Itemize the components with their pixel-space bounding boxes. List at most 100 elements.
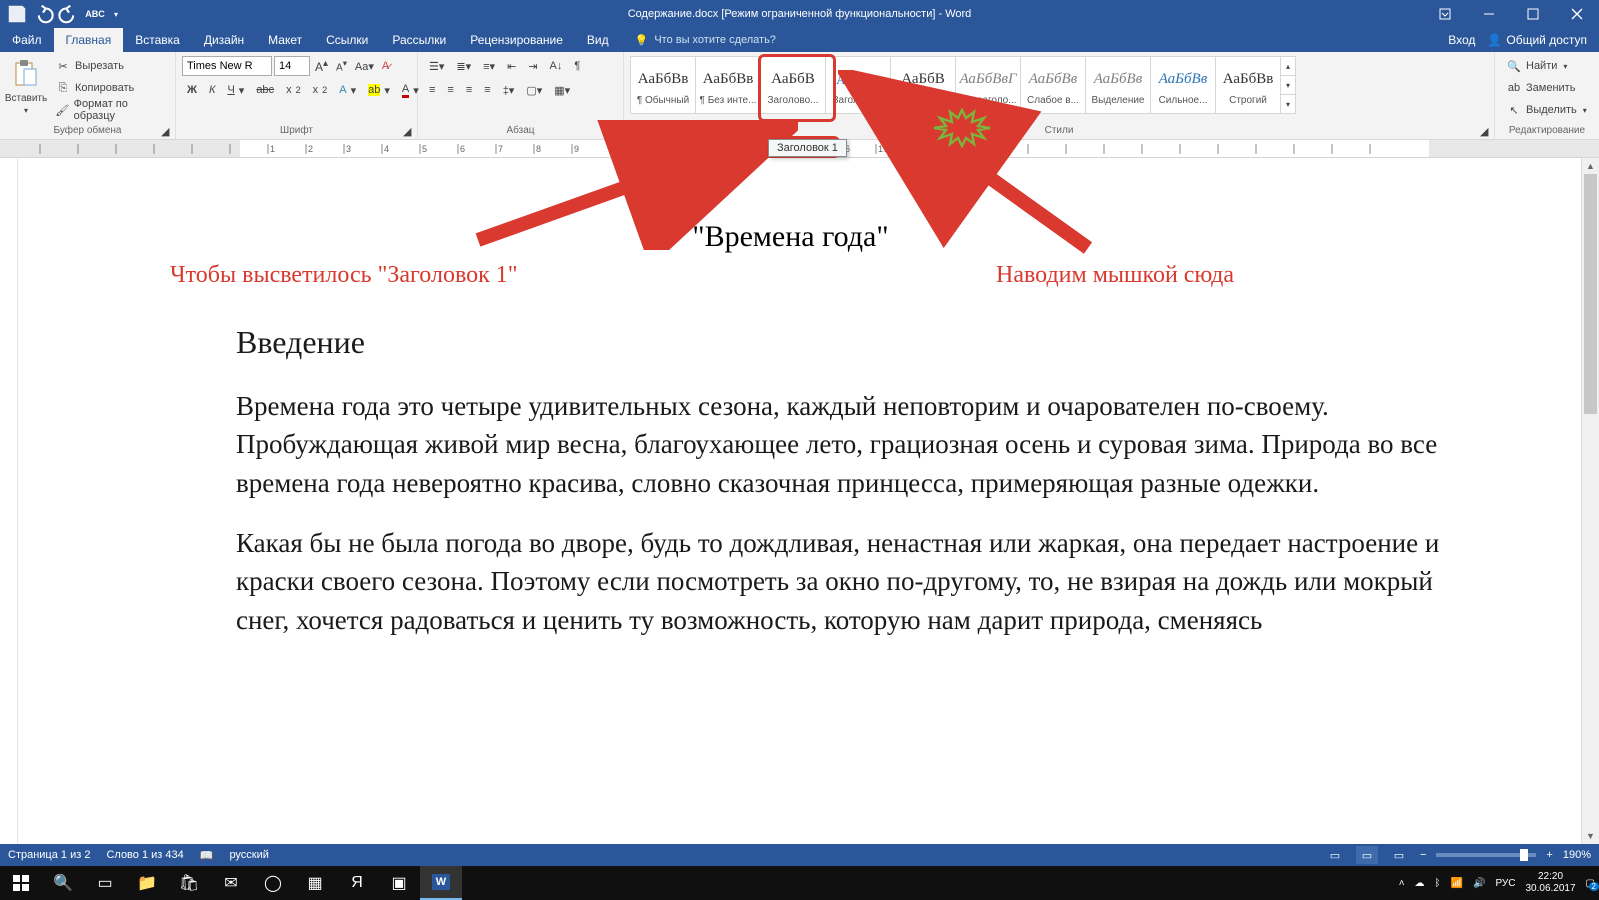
tray-volume-icon[interactable]: 🔊 <box>1473 878 1485 889</box>
close-icon[interactable] <box>1555 0 1599 28</box>
spellcheck-icon[interactable]: ABC <box>84 3 106 25</box>
tray-network-icon[interactable]: 📶 <box>1451 878 1463 889</box>
style-item-6[interactable]: АаБбВвСлабое в... <box>1020 56 1086 114</box>
align-left-button[interactable]: ≡ <box>424 80 440 100</box>
font-name-select[interactable] <box>182 56 272 76</box>
redo-icon[interactable] <box>58 3 80 25</box>
grow-font-button[interactable]: A▴ <box>312 56 331 76</box>
status-page[interactable]: Страница 1 из 2 <box>8 849 90 861</box>
bold-button[interactable]: Ж <box>182 80 202 100</box>
store-icon[interactable]: 🛍 <box>168 866 210 900</box>
numbering-button[interactable]: ≣▾ <box>451 56 476 76</box>
multilevel-button[interactable]: ≡▾ <box>478 56 500 76</box>
read-mode-icon[interactable]: ▭ <box>1324 846 1346 864</box>
align-center-button[interactable]: ≡ <box>442 80 458 100</box>
status-words[interactable]: Слово 1 из 434 <box>106 849 183 861</box>
tray-onedrive-icon[interactable]: ☁ <box>1415 878 1425 889</box>
style-item-0[interactable]: АаБбВв¶ Обычный <box>630 56 696 114</box>
shrink-font-button[interactable]: A▾ <box>333 56 350 76</box>
justify-button[interactable]: ≡ <box>479 80 495 100</box>
web-layout-icon[interactable]: ▭ <box>1388 846 1410 864</box>
outdent-button[interactable]: ⇤ <box>502 56 521 76</box>
vertical-scrollbar[interactable]: ▲ ▼ <box>1581 158 1599 844</box>
vertical-ruler[interactable] <box>0 158 18 878</box>
ribbon-options-icon[interactable] <box>1423 0 1467 28</box>
subscript-button[interactable]: x2 <box>281 80 306 100</box>
style-item-4[interactable]: АаБбВЗаголовок <box>890 56 956 114</box>
paste-button[interactable]: Вставить ▾ <box>6 56 46 120</box>
clipboard-launcher-icon[interactable]: ◢ <box>161 125 173 137</box>
highlight-button[interactable]: ab▾ <box>363 80 395 100</box>
strike-button[interactable]: abc <box>251 80 279 100</box>
tray-notifications-icon[interactable]: ▢2 <box>1586 878 1595 889</box>
status-language[interactable]: русский <box>229 849 268 861</box>
sort-button[interactable]: A↓ <box>545 56 568 76</box>
app2-icon[interactable]: ▣ <box>378 866 420 900</box>
font-launcher-icon[interactable]: ◢ <box>403 125 415 137</box>
save-icon[interactable] <box>6 3 28 25</box>
replace-button[interactable]: abЗаменить <box>1501 78 1580 98</box>
text-effects-button[interactable]: A▾ <box>334 80 361 100</box>
font-size-select[interactable] <box>274 56 310 76</box>
tell-me[interactable]: 💡 Что вы хотите сделать? <box>621 28 776 52</box>
tray-lang[interactable]: РУС <box>1495 878 1515 889</box>
maximize-icon[interactable] <box>1511 0 1555 28</box>
zoom-in-icon[interactable]: + <box>1546 849 1552 861</box>
tab-layout[interactable]: Макет <box>256 28 314 52</box>
copy-button[interactable]: ⎘Копировать <box>50 78 169 98</box>
share-button[interactable]: 👤 Общий доступ <box>1487 33 1587 47</box>
tray-clock[interactable]: 22:20 30.06.2017 <box>1525 871 1575 895</box>
zoom-out-icon[interactable]: − <box>1420 849 1426 861</box>
chrome-icon[interactable]: ◯ <box>252 866 294 900</box>
underline-button[interactable]: Ч▾ <box>222 80 249 100</box>
app1-icon[interactable]: ▦ <box>294 866 336 900</box>
borders-button[interactable]: ▦▾ <box>549 80 575 100</box>
tab-view[interactable]: Вид <box>575 28 621 52</box>
style-item-2[interactable]: АаБбВЗаголово... <box>760 56 826 114</box>
paragraph-launcher-icon[interactable]: ◢ <box>609 125 621 137</box>
shading-button[interactable]: ▢▾ <box>521 80 547 100</box>
style-item-7[interactable]: АаБбВвВыделение <box>1085 56 1151 114</box>
taskview-icon[interactable]: ▭ <box>84 866 126 900</box>
style-item-8[interactable]: АаБбВвСильное... <box>1150 56 1216 114</box>
bullets-button[interactable]: ☰▾ <box>424 56 449 76</box>
italic-button[interactable]: К <box>204 80 220 100</box>
tab-review[interactable]: Рецензирование <box>458 28 575 52</box>
select-button[interactable]: ↖Выделить▾ <box>1501 100 1592 120</box>
indent-button[interactable]: ⇥ <box>523 56 542 76</box>
tab-file[interactable]: Файл <box>0 28 54 52</box>
style-item-1[interactable]: АаБбВв¶ Без инте... <box>695 56 761 114</box>
tray-chevron-icon[interactable]: ˄ <box>1399 878 1405 889</box>
style-item-3[interactable]: АаБбВвЗаголово... <box>825 56 891 114</box>
zoom-slider[interactable] <box>1436 853 1536 857</box>
undo-icon[interactable] <box>32 3 54 25</box>
start-icon[interactable] <box>0 866 42 900</box>
cut-button[interactable]: ✂Вырезать <box>50 56 169 76</box>
style-item-5[interactable]: АаБбВвГПодзаголо... <box>955 56 1021 114</box>
explorer-icon[interactable]: 📁 <box>126 866 168 900</box>
styles-launcher-icon[interactable]: ◢ <box>1480 125 1492 137</box>
style-gallery-scroll[interactable]: ▴▾▾ <box>1280 56 1296 114</box>
signin-link[interactable]: Вход <box>1448 33 1475 47</box>
show-marks-button[interactable]: ¶ <box>569 56 585 76</box>
scroll-up-icon[interactable]: ▲ <box>1582 158 1599 174</box>
search-icon[interactable]: 🔍 <box>42 866 84 900</box>
page[interactable]: "Времена года" Введение Времена года это… <box>40 176 1541 661</box>
find-button[interactable]: 🔍Найти▾ <box>1501 56 1572 76</box>
tab-insert[interactable]: Вставка <box>123 28 192 52</box>
tab-design[interactable]: Дизайн <box>192 28 256 52</box>
align-right-button[interactable]: ≡ <box>461 80 477 100</box>
clear-formatting-button[interactable]: A̷ <box>379 56 392 76</box>
tab-mailings[interactable]: Рассылки <box>380 28 458 52</box>
style-item-9[interactable]: АаБбВвСтрогий <box>1215 56 1281 114</box>
spellcheck-status-icon[interactable]: 📖 <box>200 849 214 862</box>
format-painter-button[interactable]: 🖌Формат по образцу <box>50 100 169 120</box>
print-layout-icon[interactable]: ▭ <box>1356 846 1378 864</box>
mail-icon[interactable]: ✉ <box>210 866 252 900</box>
change-case-button[interactable]: Aa▾ <box>352 56 377 76</box>
line-spacing-button[interactable]: ‡▾ <box>498 80 520 100</box>
zoom-level[interactable]: 190% <box>1563 849 1591 861</box>
minimize-icon[interactable] <box>1467 0 1511 28</box>
yandex-icon[interactable]: Я <box>336 866 378 900</box>
superscript-button[interactable]: x2 <box>308 80 333 100</box>
